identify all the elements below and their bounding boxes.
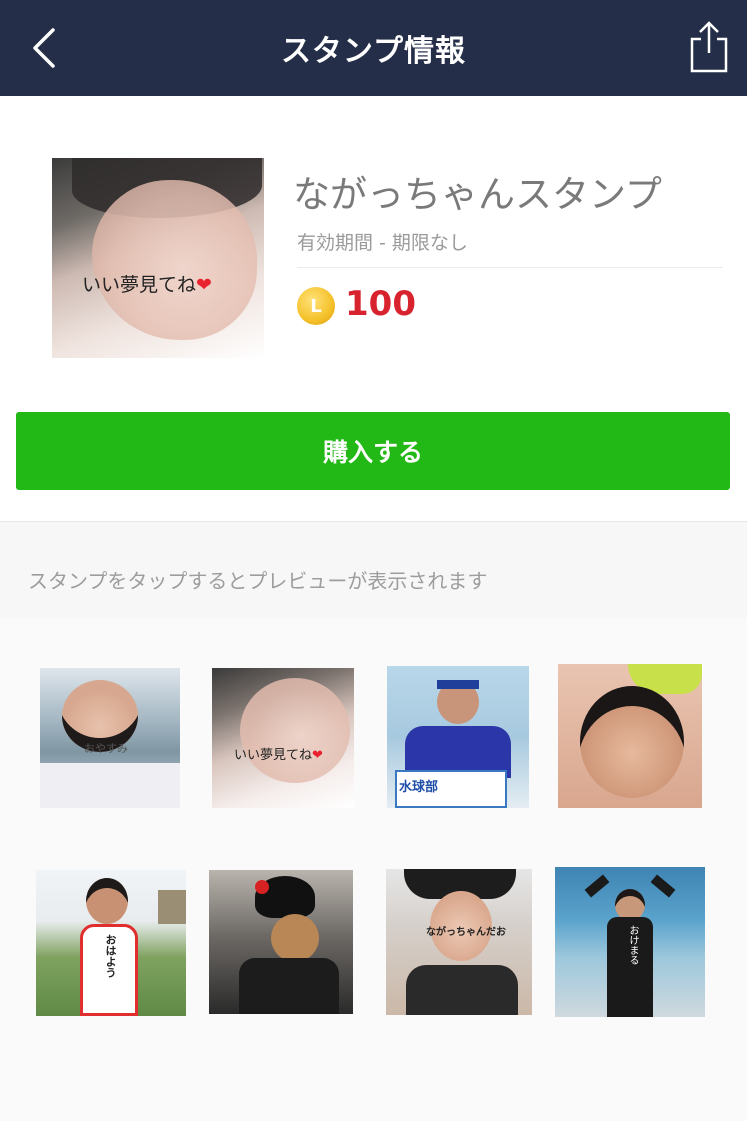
line-coin-icon: L bbox=[297, 287, 335, 325]
validity-period: 有効期間 - 期限なし bbox=[297, 232, 468, 254]
divider bbox=[297, 267, 723, 268]
sticker-caption: ながっちゃんだお bbox=[426, 927, 506, 938]
sticker-pack-title: ながっちゃんスタンプ bbox=[293, 173, 662, 216]
back-button[interactable] bbox=[22, 26, 66, 70]
page-title: スタンプ情報 bbox=[280, 34, 467, 69]
sticker-6[interactable] bbox=[209, 870, 353, 1014]
sticker-pack-thumbnail: いい夢見てね❤ bbox=[52, 158, 264, 358]
sticker-4[interactable] bbox=[558, 664, 702, 808]
share-button[interactable] bbox=[685, 18, 733, 76]
sticker-3[interactable]: 水球部 bbox=[387, 666, 529, 808]
sticker-7[interactable]: ながっちゃんだお bbox=[386, 869, 532, 1015]
sticker-info-section: いい夢見てね❤ ながっちゃんスタンプ 有効期間 - 期限なし L 100 購入す… bbox=[0, 96, 747, 521]
sticker-caption: おけまる bbox=[627, 925, 638, 965]
thumbnail-caption: いい夢見てね❤ bbox=[82, 274, 212, 296]
sticker-caption: おはよう bbox=[104, 934, 117, 978]
sticker-2[interactable]: いい夢見てね❤ bbox=[212, 668, 354, 808]
sticker-grid: おやすみ いい夢見てね❤ 水球部 おはよう ながっちゃんだお おけまる bbox=[0, 618, 747, 1121]
sticker-caption: 水球部 bbox=[399, 780, 439, 795]
sticker-5[interactable]: おはよう bbox=[36, 870, 186, 1016]
price: 100 bbox=[345, 284, 416, 324]
sticker-caption: おやすみ bbox=[84, 742, 128, 755]
sticker-caption: いい夢見てね❤ bbox=[234, 748, 323, 763]
sticker-1[interactable]: おやすみ bbox=[40, 668, 180, 808]
navigation-bar: スタンプ情報 bbox=[0, 0, 747, 96]
divider bbox=[0, 521, 747, 522]
purchase-button[interactable]: 購入する bbox=[16, 412, 730, 490]
chevron-left-icon bbox=[33, 28, 55, 68]
sticker-8[interactable]: おけまる bbox=[555, 867, 705, 1017]
heart-icon: ❤ bbox=[196, 274, 212, 296]
share-icon bbox=[690, 21, 728, 73]
preview-hint: スタンプをタップするとプレビューが表示されます bbox=[0, 541, 731, 617]
